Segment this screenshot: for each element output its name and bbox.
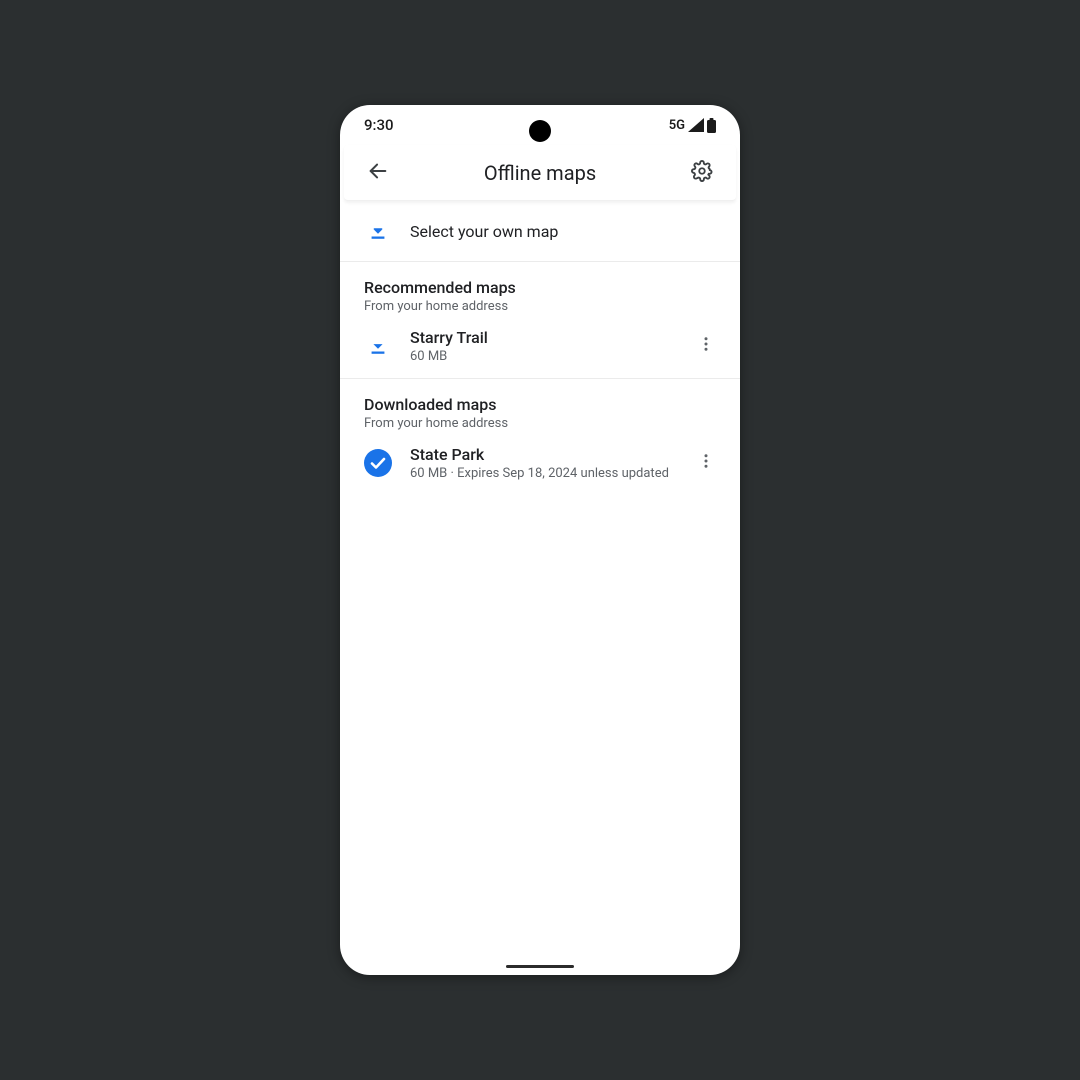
downloaded-header: Downloaded maps From your home address bbox=[340, 379, 740, 435]
recommended-item-more-button[interactable] bbox=[690, 330, 722, 362]
recommended-subtitle: From your home address bbox=[364, 299, 716, 314]
select-own-map-row[interactable]: Select your own map bbox=[340, 201, 740, 262]
downloaded-item-sub: 60 MB · Expires Sep 18, 2024 unless upda… bbox=[410, 466, 690, 481]
downloaded-item-more-button[interactable] bbox=[690, 447, 722, 479]
download-icon bbox=[364, 332, 392, 360]
app-bar: Offline maps bbox=[344, 145, 736, 201]
app-bar-title: Offline maps bbox=[398, 161, 682, 185]
recommended-header: Recommended maps From your home address bbox=[340, 262, 740, 318]
battery-icon bbox=[707, 118, 716, 133]
status-right: 5G bbox=[669, 118, 716, 133]
check-circle-icon bbox=[364, 449, 392, 477]
download-icon bbox=[364, 217, 392, 245]
downloaded-title: Downloaded maps bbox=[364, 395, 716, 414]
gear-icon bbox=[691, 160, 713, 186]
recommended-title: Recommended maps bbox=[364, 278, 716, 297]
phone-frame: 9:30 5G Offline maps bbox=[340, 105, 740, 975]
select-own-map-label: Select your own map bbox=[410, 222, 716, 241]
arrow-left-icon bbox=[367, 160, 389, 186]
back-button[interactable] bbox=[358, 153, 398, 193]
downloaded-item-name: State Park bbox=[410, 445, 690, 464]
downloaded-item[interactable]: State Park 60 MB · Expires Sep 18, 2024 … bbox=[340, 435, 740, 495]
recommended-item-name: Starry Trail bbox=[410, 328, 690, 347]
recommended-item-sub: 60 MB bbox=[410, 349, 690, 364]
status-network-label: 5G bbox=[669, 118, 685, 133]
settings-button[interactable] bbox=[682, 153, 722, 193]
recommended-item[interactable]: Starry Trail 60 MB bbox=[340, 318, 740, 379]
signal-icon bbox=[688, 118, 704, 132]
downloaded-subtitle: From your home address bbox=[364, 416, 716, 431]
status-time: 9:30 bbox=[364, 116, 394, 134]
more-vert-icon bbox=[697, 452, 715, 474]
home-indicator[interactable] bbox=[506, 965, 574, 968]
more-vert-icon bbox=[697, 335, 715, 357]
camera-cutout bbox=[529, 120, 551, 142]
